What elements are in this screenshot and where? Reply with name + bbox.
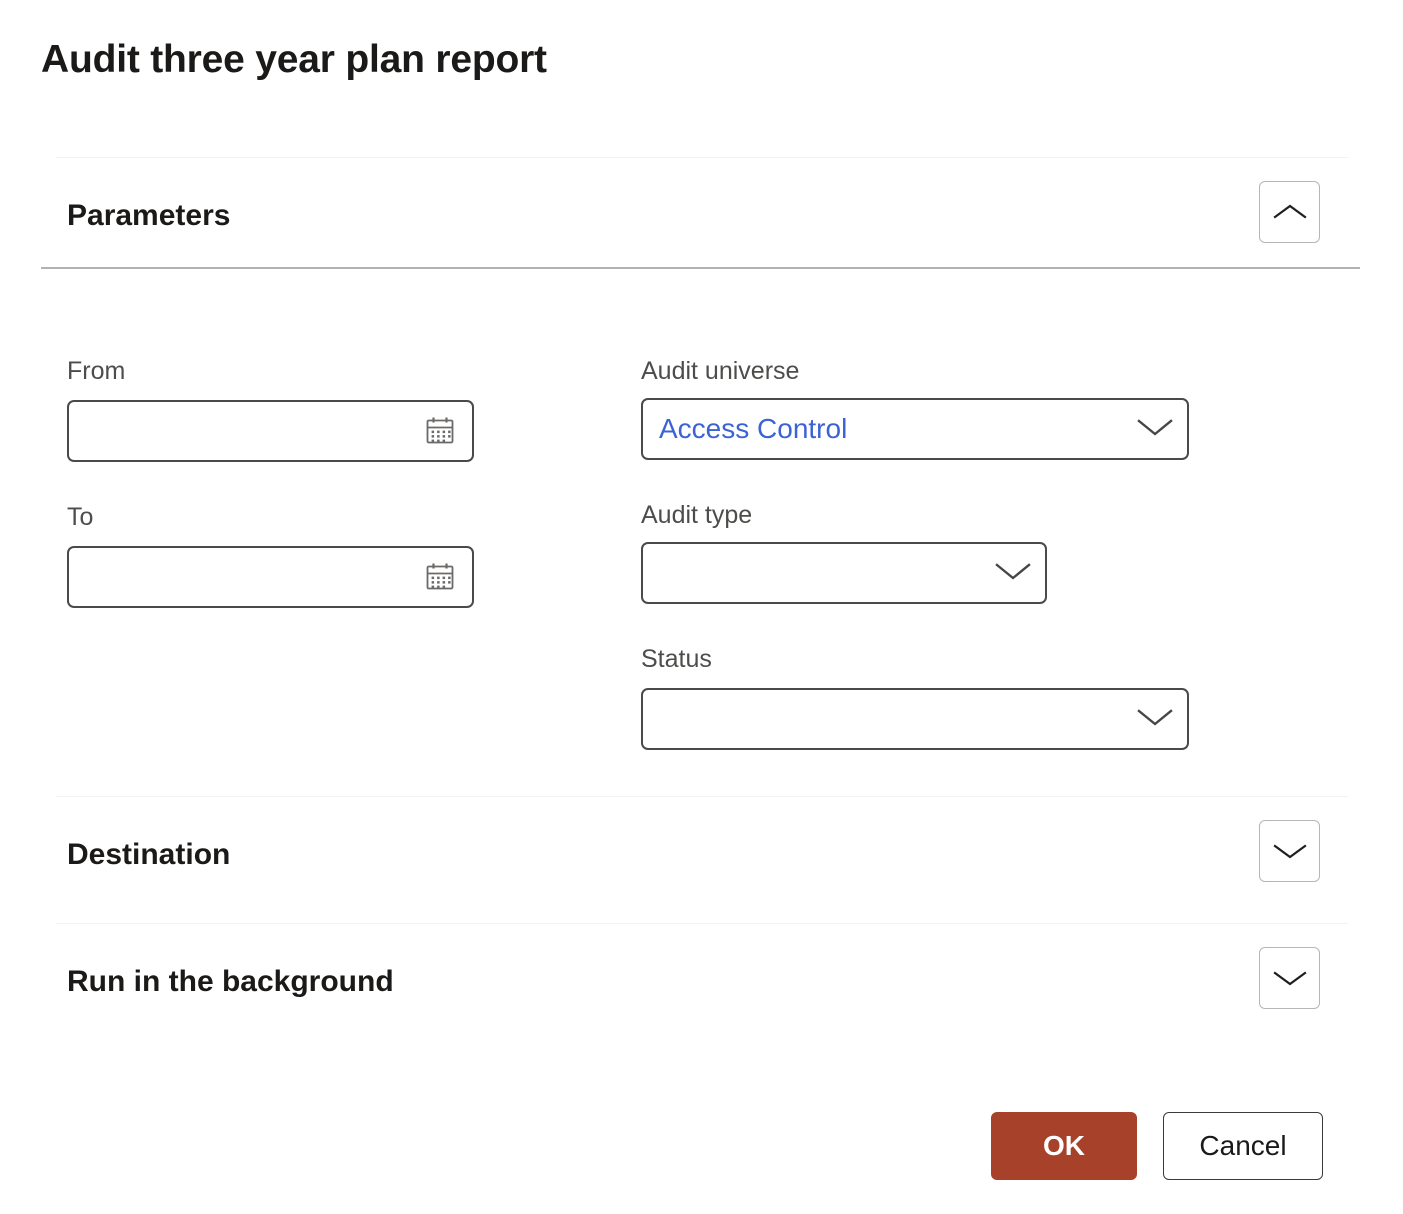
audit-universe-value: Access Control (659, 413, 848, 444)
to-date-value (69, 577, 408, 578)
label-status: Status (641, 645, 712, 673)
chevron-down-icon (1136, 705, 1174, 734)
label-audit-universe: Audit universe (641, 357, 800, 385)
to-calendar-button[interactable] (408, 548, 472, 606)
label-from: From (67, 357, 126, 385)
section-title-run-in-background: Run in the background (67, 965, 394, 998)
chevron-up-icon (1272, 201, 1307, 223)
audit-universe-select[interactable]: Access Control (641, 398, 1189, 460)
page-title: Audit three year plan report (41, 38, 547, 81)
run-in-background-expand-toggle[interactable] (1259, 947, 1320, 1009)
status-value (643, 719, 1123, 720)
chevron-down-icon (1272, 840, 1307, 862)
label-audit-type: Audit type (641, 501, 753, 529)
audit-universe-dropdown-button[interactable] (1123, 400, 1187, 458)
from-calendar-button[interactable] (408, 402, 472, 460)
parameters-collapse-toggle[interactable] (1259, 181, 1320, 243)
audit-type-value (643, 573, 981, 574)
audit-type-dropdown-button[interactable] (981, 544, 1045, 602)
calendar-icon (423, 560, 457, 594)
ok-button[interactable]: OK (991, 1112, 1137, 1180)
status-select[interactable] (641, 688, 1189, 750)
from-date-value (69, 431, 408, 432)
divider-above-destination (56, 796, 1348, 797)
label-to: To (67, 503, 94, 531)
divider-under-parameters-header (41, 267, 1360, 269)
destination-expand-toggle[interactable] (1259, 820, 1320, 882)
calendar-icon (423, 414, 457, 448)
chevron-down-icon (994, 559, 1032, 588)
from-date-field[interactable] (67, 400, 474, 462)
report-dialog: Audit three year plan report Parameters … (0, 0, 1403, 1214)
divider-above-run-in-background (56, 923, 1348, 924)
chevron-down-icon (1272, 967, 1307, 989)
chevron-down-icon (1136, 415, 1174, 444)
cancel-button[interactable]: Cancel (1163, 1112, 1323, 1180)
section-title-destination: Destination (67, 838, 231, 871)
status-dropdown-button[interactable] (1123, 690, 1187, 748)
section-title-parameters: Parameters (67, 199, 231, 232)
to-date-field[interactable] (67, 546, 474, 608)
audit-type-select[interactable] (641, 542, 1047, 604)
divider-above-parameters (56, 157, 1348, 158)
